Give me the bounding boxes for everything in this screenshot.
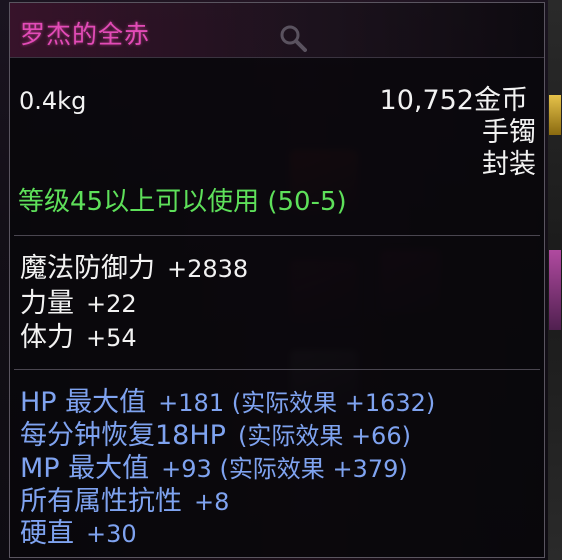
stat-label: 力量	[20, 288, 74, 319]
divider	[14, 369, 540, 370]
stat-label: HP 最大值	[20, 387, 147, 418]
stat-value: +93 (实际效果 +379)	[161, 455, 408, 483]
item-name: 罗杰的全赤	[20, 20, 151, 49]
item-weight: 0.4kg	[19, 87, 87, 115]
search-icon	[278, 23, 308, 53]
stat-label: 所有属性抗性	[20, 486, 182, 517]
stat-value: +54	[86, 324, 137, 352]
divider	[14, 235, 540, 236]
base-stat-row: 体力 +54	[20, 324, 137, 351]
stat-value: +8	[194, 488, 230, 516]
tooltip-header: 罗杰的全赤	[10, 3, 544, 58]
stat-label: 体力	[20, 322, 74, 353]
stat-value: +30	[86, 520, 137, 548]
stat-label: MP 最大值	[20, 453, 150, 484]
inventory-edge	[548, 0, 562, 560]
edge-gem	[549, 95, 561, 135]
bonus-stat-row: 所有属性抗性 +8	[20, 488, 229, 515]
bonus-stat-row: 硬直 +30	[20, 520, 137, 547]
item-binding: 封装	[482, 149, 536, 180]
stat-value: +2838	[167, 255, 249, 283]
stat-label: 魔法防御力	[20, 253, 155, 284]
stat-label: 硬直	[20, 518, 74, 549]
base-stat-row: 魔法防御力 +2838	[20, 255, 248, 282]
bonus-stat-row: MP 最大值 +93 (实际效果 +379)	[20, 455, 408, 482]
edge-gem	[549, 250, 561, 330]
level-requirement: 等级45以上可以使用 (50-5)	[18, 187, 347, 217]
stat-value: +181 (实际效果 +1632)	[158, 389, 436, 417]
stat-value: +22	[86, 290, 137, 318]
bonus-stat-row: 每分钟恢复18HP (实际效果 +66)	[20, 422, 411, 449]
stat-label: 每分钟恢复18HP	[20, 420, 226, 451]
item-price: 10,752金币	[379, 85, 528, 116]
stat-value: (实际效果 +66)	[237, 422, 411, 450]
base-stat-row: 力量 +22	[20, 290, 137, 317]
item-tooltip: 罗杰的全赤 0.4kg 10,752金币 手镯 封装 等级45以上可以使用 (5…	[9, 2, 545, 558]
item-type: 手镯	[482, 117, 536, 148]
bonus-stat-row: HP 最大值 +181 (实际效果 +1632)	[20, 389, 435, 416]
